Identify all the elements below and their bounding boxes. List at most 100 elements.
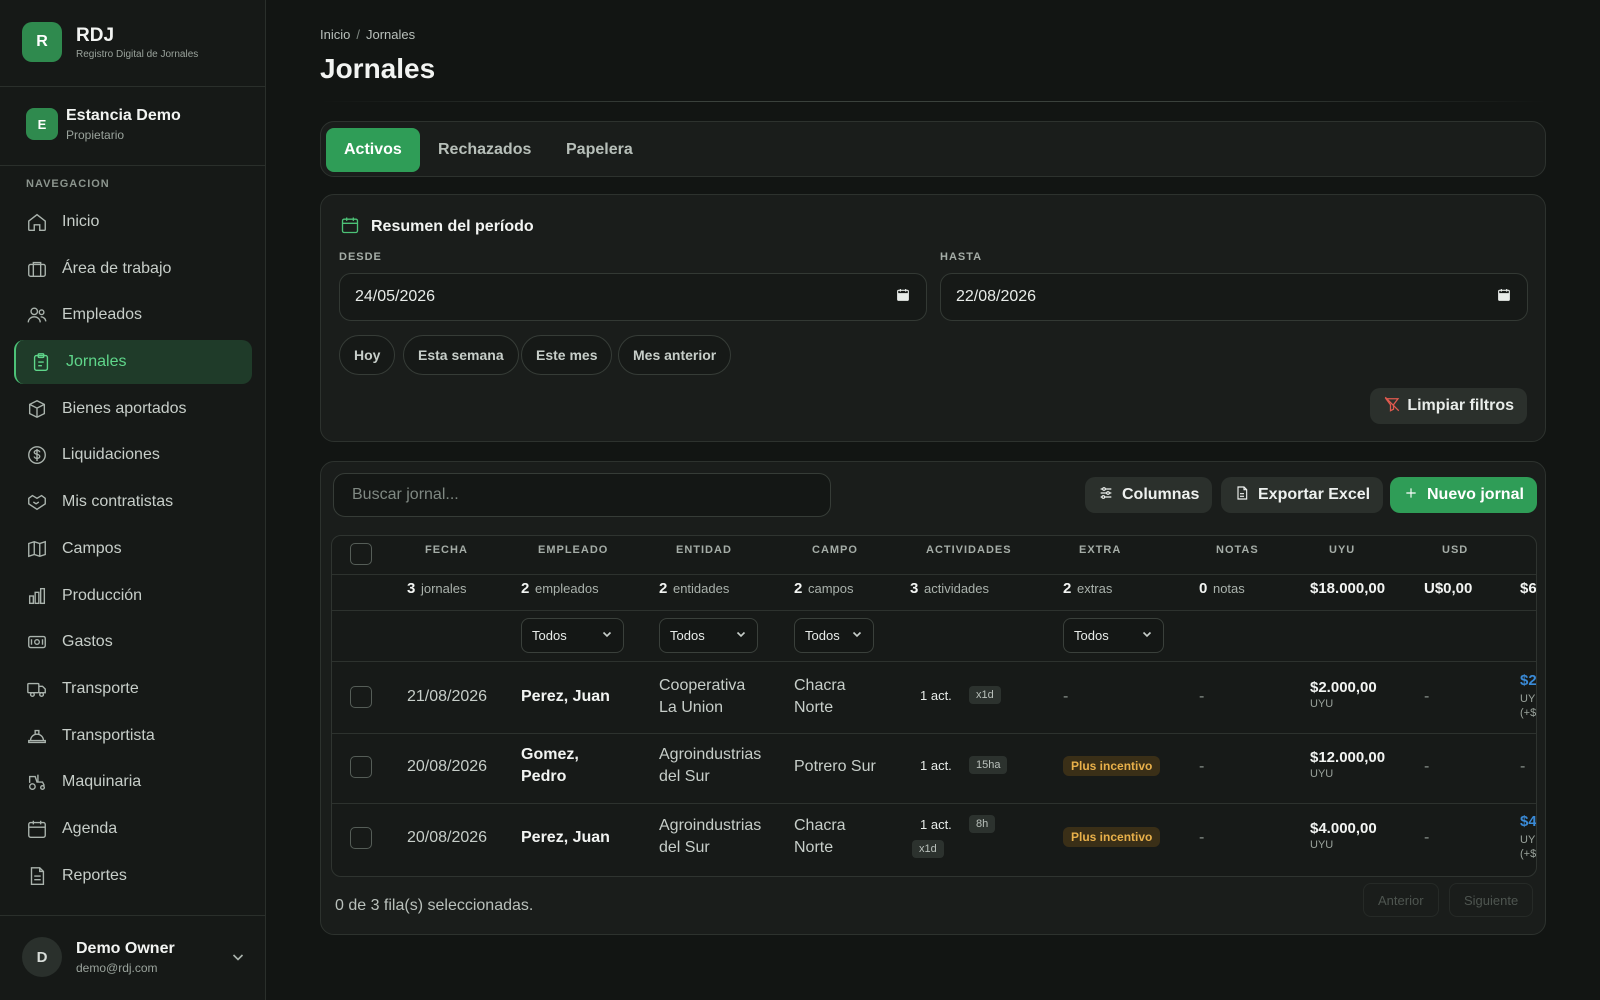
new-jornal-label: Nuevo jornal <box>1427 486 1524 503</box>
sidebar-item-bienes-aportados[interactable]: Bienes aportados <box>14 387 252 431</box>
cell-actividades[interactable]: 1 act. <box>920 688 952 703</box>
breadcrumb-separator: / <box>356 27 360 42</box>
sidebar-item-agenda[interactable]: Agenda <box>14 807 252 851</box>
page-title: Jornales <box>320 53 436 84</box>
org-switcher[interactable]: E Estancia Demo Propietario <box>26 106 181 142</box>
chevron-down-icon[interactable] <box>230 949 246 965</box>
row-checkbox[interactable] <box>350 756 372 778</box>
column-header-extra[interactable]: EXTRA <box>1079 536 1121 574</box>
org-name: Estancia Demo <box>66 107 181 124</box>
cell-line: Pedro <box>521 768 567 785</box>
sidebar-item-transporte[interactable]: Transporte <box>14 667 252 711</box>
file-icon <box>1234 485 1258 506</box>
sidebar-item-mis-contratistas[interactable]: Mis contratistas <box>14 480 252 524</box>
filter-entidad-select[interactable]: Todos <box>659 618 758 653</box>
column-header-fecha[interactable]: FECHA <box>425 536 468 574</box>
cell-uyu: $4.000,00 <box>1310 820 1377 837</box>
quick-range-semana-button[interactable]: Esta semana <box>403 335 519 375</box>
tab-papelera[interactable]: Papelera <box>548 128 651 172</box>
summary-extra: 2 extras <box>1063 580 1112 597</box>
sidebar-item-reportes[interactable]: Reportes <box>14 854 252 898</box>
filter-extra-select[interactable]: Todos <box>1063 618 1164 653</box>
filter-campo-select[interactable]: Todos <box>794 618 874 653</box>
column-header-notas[interactable]: NOTAS <box>1216 536 1259 574</box>
column-header-uyu[interactable]: UYU <box>1329 536 1355 574</box>
sidebar-item-label: Área de trabajo <box>62 259 172 277</box>
cell-total-sub: UY (+$ <box>1520 692 1536 720</box>
tab-rechazados[interactable]: Rechazados <box>420 128 549 172</box>
summary-header: Resumen del período <box>340 215 534 238</box>
chevron-down-icon <box>735 628 747 643</box>
user-email: demo@rdj.com <box>76 960 158 975</box>
select-all-checkbox[interactable] <box>350 543 372 565</box>
sidebar-item-campos[interactable]: Campos <box>14 527 252 571</box>
cell-line: Chacra <box>794 677 846 694</box>
filter-empleado-select[interactable]: Todos <box>521 618 624 653</box>
previous-page-button[interactable]: Anterior <box>1363 883 1439 917</box>
summary-fecha: 3 jornales <box>407 580 467 597</box>
column-header-entidad[interactable]: ENTIDAD <box>676 536 732 574</box>
quick-range-hoy-button[interactable]: Hoy <box>339 335 396 375</box>
selection-count: 0 de 3 fila(s) seleccionadas. <box>335 897 534 914</box>
row-checkbox[interactable] <box>350 686 372 708</box>
column-header-campo[interactable]: CAMPO <box>812 536 858 574</box>
cell-actividades[interactable]: 1 act. <box>920 817 952 832</box>
column-header-empleado[interactable]: EMPLEADO <box>538 536 608 574</box>
calendar-icon[interactable] <box>895 287 911 308</box>
divider <box>0 165 266 166</box>
sidebar-item-inicio[interactable]: Inicio <box>14 200 252 244</box>
cell-empleado[interactable]: Gomez, Pedro <box>521 744 579 788</box>
quick-range-mes-anterior-button[interactable]: Mes anterior <box>618 335 732 375</box>
cell-total-link[interactable]: $2 <box>1520 672 1536 689</box>
breadcrumb-home[interactable]: Inicio <box>320 27 350 42</box>
cell-line: Gomez, <box>521 746 579 763</box>
clipboard-icon <box>30 351 52 373</box>
sidebar-item-maquinaria[interactable]: Maquinaria <box>14 760 252 804</box>
sidebar-item-gastos[interactable]: Gastos <box>14 620 252 664</box>
from-date-input[interactable]: 24/05/2026 <box>339 273 927 321</box>
org-logo: E <box>26 108 58 140</box>
calendar-icon[interactable] <box>1496 287 1512 308</box>
to-date-input[interactable]: 22/08/2026 <box>940 273 1528 321</box>
user-menu[interactable]: D Demo Owner demo@rdj.com <box>22 937 246 977</box>
org-role: Propietario <box>66 128 125 142</box>
sidebar-item-area-de-trabajo[interactable]: Área de trabajo <box>14 247 252 291</box>
cell-actividades[interactable]: 1 act. <box>920 758 952 773</box>
column-header-usd[interactable]: USD <box>1442 536 1468 574</box>
cell-line: (+$ <box>1520 707 1537 719</box>
activity-tag: x1d <box>912 840 944 858</box>
columns-button[interactable]: Columnas <box>1085 477 1213 513</box>
cell-uyu-currency: UYU <box>1310 839 1334 851</box>
new-jornal-button[interactable]: Nuevo jornal <box>1390 477 1537 513</box>
plus-icon <box>1403 485 1427 506</box>
package-icon <box>26 398 48 420</box>
next-page-button[interactable]: Siguiente <box>1449 883 1534 917</box>
sidebar-item-produccion[interactable]: Producción <box>14 574 252 618</box>
search-input[interactable]: Buscar jornal... <box>333 473 831 517</box>
quick-range-mes-button[interactable]: Este mes <box>521 335 613 375</box>
sidebar-item-jornales[interactable]: Jornales <box>14 340 252 385</box>
sidebar-item-liquidaciones[interactable]: Liquidaciones <box>14 433 252 477</box>
cell-fecha: 20/08/2026 <box>407 758 488 775</box>
cell-usd: - <box>1424 758 1430 775</box>
tab-activos[interactable]: Activos <box>326 128 420 172</box>
cell-entidad: Agroindustrias del Sur <box>659 744 761 788</box>
cell-total-link[interactable]: $4 <box>1520 813 1536 830</box>
cell-usd: - <box>1424 688 1430 705</box>
sidebar-item-label: Mis contratistas <box>62 493 174 511</box>
export-excel-button[interactable]: Exportar Excel <box>1221 477 1384 513</box>
cell-uyu: $2.000,00 <box>1310 679 1377 696</box>
sidebar-item-empleados[interactable]: Empleados <box>14 293 252 337</box>
brand[interactable]: R RDJ Registro Digital de Jornales <box>22 22 198 62</box>
sidebar-item-label: Producción <box>62 586 143 604</box>
cell-empleado[interactable]: Perez, Juan <box>521 827 610 849</box>
column-header-actividades[interactable]: ACTIVIDADES <box>926 536 1012 574</box>
cell-empleado[interactable]: Perez, Juan <box>521 686 610 708</box>
summary-empleado: 2 empleados <box>521 580 599 597</box>
sidebar-item-label: Agenda <box>62 819 118 837</box>
cell-notas: - <box>1199 688 1205 705</box>
sidebar-item-transportista[interactable]: Transportista <box>14 714 252 758</box>
chevron-down-icon <box>1141 628 1153 643</box>
clear-filters-button[interactable]: Limpiar filtros <box>1370 388 1527 424</box>
row-checkbox[interactable] <box>350 827 372 849</box>
